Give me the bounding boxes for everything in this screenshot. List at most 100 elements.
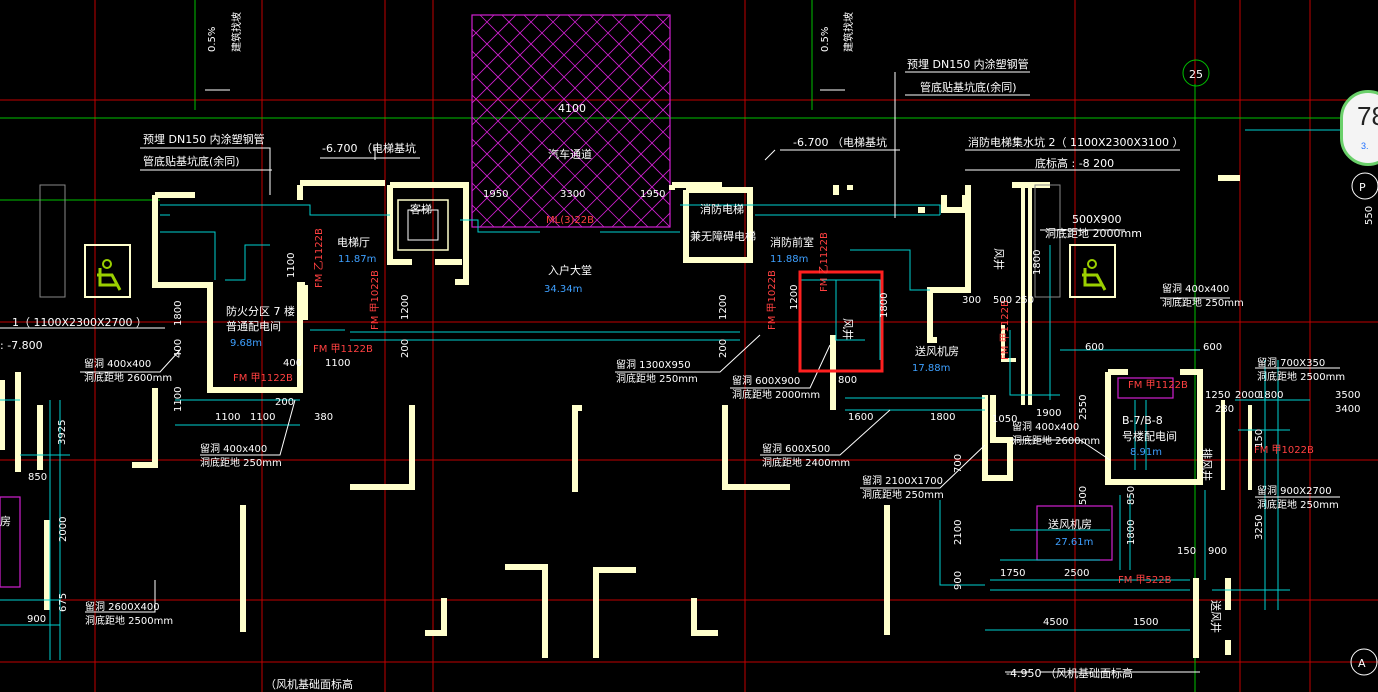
grid-lines — [0, 0, 1378, 692]
svg-text:洞底距地 2600mm: 洞底距地 2600mm — [84, 371, 172, 384]
svg-text:留洞 600X900: 留洞 600X900 — [732, 374, 800, 387]
hatch-line — [832, 15, 1044, 227]
svg-text:200: 200 — [400, 339, 411, 358]
hatch-line — [472, 226, 473, 227]
svg-text:建筑找坡: 建筑找坡 — [230, 12, 243, 52]
svg-text:500: 500 — [993, 295, 1012, 306]
svg-text:250: 250 — [1015, 295, 1034, 306]
hatch-line — [810, 15, 1022, 227]
svg-text:0.5%: 0.5% — [820, 27, 831, 52]
hatch-line — [678, 15, 890, 227]
svg-text:2100: 2100 — [953, 520, 964, 545]
svg-text:（风机基础面标高: （风机基础面标高 — [265, 677, 353, 691]
svg-text:洞底距地 250mm: 洞底距地 250mm — [862, 488, 944, 501]
svg-text:FM 甲522B: FM 甲522B — [1118, 575, 1172, 586]
svg-text:1200: 1200 — [789, 285, 800, 310]
svg-text:0.5%: 0.5% — [207, 27, 218, 52]
svg-text:1800: 1800 — [1032, 250, 1043, 275]
svg-text:27.61m: 27.61m — [1055, 537, 1093, 548]
svg-text:700: 700 — [953, 454, 964, 473]
svg-text:4500: 4500 — [1043, 617, 1068, 628]
svg-text:留洞 400x400: 留洞 400x400 — [200, 442, 267, 455]
cad-drawing[interactable]: 25 P A 0.5% 建筑找坡 0.5% 建筑找坡 550 3500 3400… — [0, 0, 1378, 692]
svg-text:1（ 1100X2300X2700 ）: 1（ 1100X2300X2700 ） — [12, 316, 147, 329]
svg-text:洞底距地 250mm: 洞底距地 250mm — [616, 372, 698, 385]
svg-text:ML(3)22B: ML(3)22B — [546, 215, 594, 226]
svg-text:预埋 DN150 内涂塑钢管: 预埋 DN150 内涂塑钢管 — [907, 57, 1029, 71]
svg-text:1600: 1600 — [848, 412, 873, 423]
hatch-line — [472, 15, 473, 16]
svg-text:850: 850 — [1126, 486, 1137, 505]
svg-text:3300: 3300 — [560, 189, 585, 200]
svg-text:入户大堂: 入户大堂 — [548, 263, 592, 277]
svg-text:-6.700 （电梯基坑: -6.700 （电梯基坑 — [793, 135, 887, 149]
svg-text:1800: 1800 — [879, 293, 890, 318]
svg-text:1100: 1100 — [215, 412, 240, 423]
hatch-line — [876, 15, 1088, 227]
svg-text:1950: 1950 — [483, 189, 508, 200]
svg-text:900: 900 — [953, 571, 964, 590]
svg-text:2550: 2550 — [1078, 395, 1089, 420]
room-labels: 4100 汽车通道 客梯 电梯厅 11.87m 入户大堂 34.34m 消防电梯… — [0, 102, 1223, 633]
hatch-line — [810, 15, 1022, 227]
walls — [0, 175, 1252, 658]
hatch-line — [678, 15, 890, 227]
svg-text:1200: 1200 — [718, 295, 729, 320]
svg-text:17.88m: 17.88m — [912, 363, 950, 374]
svg-text:洞底距地 2400mm: 洞底距地 2400mm — [762, 456, 850, 469]
svg-text:2500: 2500 — [1064, 568, 1089, 579]
axis-a: A — [1358, 657, 1366, 670]
svg-text:排风井: 排风井 — [1200, 448, 1214, 481]
svg-text:留洞 900X2700: 留洞 900X2700 — [1257, 484, 1332, 497]
svg-text:550: 550 — [1364, 206, 1375, 225]
svg-text:8.91m: 8.91m — [1130, 447, 1162, 458]
svg-text:1900: 1900 — [1036, 408, 1061, 419]
svg-text:风井: 风井 — [992, 248, 1006, 270]
svg-text:1800: 1800 — [1126, 520, 1137, 545]
score-gauge[interactable]: 78 3. — [1340, 90, 1378, 166]
svg-text:150: 150 — [1177, 546, 1196, 557]
hatch-line — [854, 15, 1066, 227]
svg-text:-4.950 （风机基础面标高: -4.950 （风机基础面标高 — [1006, 666, 1133, 680]
svg-text:留洞 400x400: 留洞 400x400 — [1162, 282, 1229, 295]
svg-text:留洞 1300X950: 留洞 1300X950 — [616, 358, 691, 371]
svg-text:管底贴基坑底(余同): 管底贴基坑底(余同) — [920, 80, 1017, 94]
svg-text:防火分区 7 楼: 防火分区 7 楼 — [226, 304, 295, 318]
axis-25: 25 — [1189, 68, 1203, 81]
svg-text:500: 500 — [1078, 486, 1089, 505]
svg-text:FM 甲1022B: FM 甲1022B — [370, 270, 381, 330]
svg-text:FM 甲1122B: FM 甲1122B — [233, 373, 293, 384]
gauge-sub: 3. — [1361, 141, 1369, 151]
svg-text:底标高 : -8 200: 底标高 : -8 200 — [1035, 156, 1114, 170]
axis-p: P — [1359, 181, 1366, 194]
svg-text:9.68m: 9.68m — [230, 338, 262, 349]
svg-text:900: 900 — [27, 614, 46, 625]
svg-text:B-7/B-8: B-7/B-8 — [1122, 414, 1163, 427]
svg-text:电梯厅: 电梯厅 — [337, 236, 370, 249]
gauge-value: 78 — [1357, 101, 1378, 131]
svg-text:FM 甲1022B: FM 甲1022B — [767, 270, 778, 330]
svg-text:1100: 1100 — [286, 253, 297, 278]
svg-text:管底贴基坑底(余同): 管底贴基坑底(余同) — [143, 154, 240, 168]
svg-text:3500: 3500 — [1335, 390, 1360, 401]
svg-text:留洞 400x400: 留洞 400x400 — [1012, 420, 1079, 433]
svg-text:预埋 DN150 内涂塑钢管: 预埋 DN150 内涂塑钢管 — [143, 132, 265, 146]
svg-text:3400: 3400 — [1335, 404, 1360, 415]
svg-text:150: 150 — [1254, 429, 1265, 448]
svg-text:留洞 400x400: 留洞 400x400 — [84, 357, 151, 370]
svg-text:1100: 1100 — [250, 412, 275, 423]
svg-text:普通配电间: 普通配电间 — [226, 319, 281, 333]
svg-text:500X900: 500X900 — [1072, 213, 1122, 226]
svg-text:送风机房: 送风机房 — [915, 344, 959, 358]
svg-text:11.87m: 11.87m — [338, 254, 376, 265]
svg-text:675: 675 — [58, 593, 69, 612]
svg-text:风井: 风井 — [841, 318, 855, 340]
svg-text:汽车通道: 汽车通道 — [548, 147, 592, 161]
svg-text:34.34m: 34.34m — [544, 284, 582, 295]
hatch-line — [832, 15, 1044, 227]
svg-text:-6.700 （电梯基坑: -6.700 （电梯基坑 — [322, 141, 416, 155]
hatch-line — [700, 15, 912, 227]
svg-text:房: 房 — [0, 515, 11, 528]
hatch-line — [854, 15, 1066, 227]
hatch-line — [700, 15, 912, 227]
